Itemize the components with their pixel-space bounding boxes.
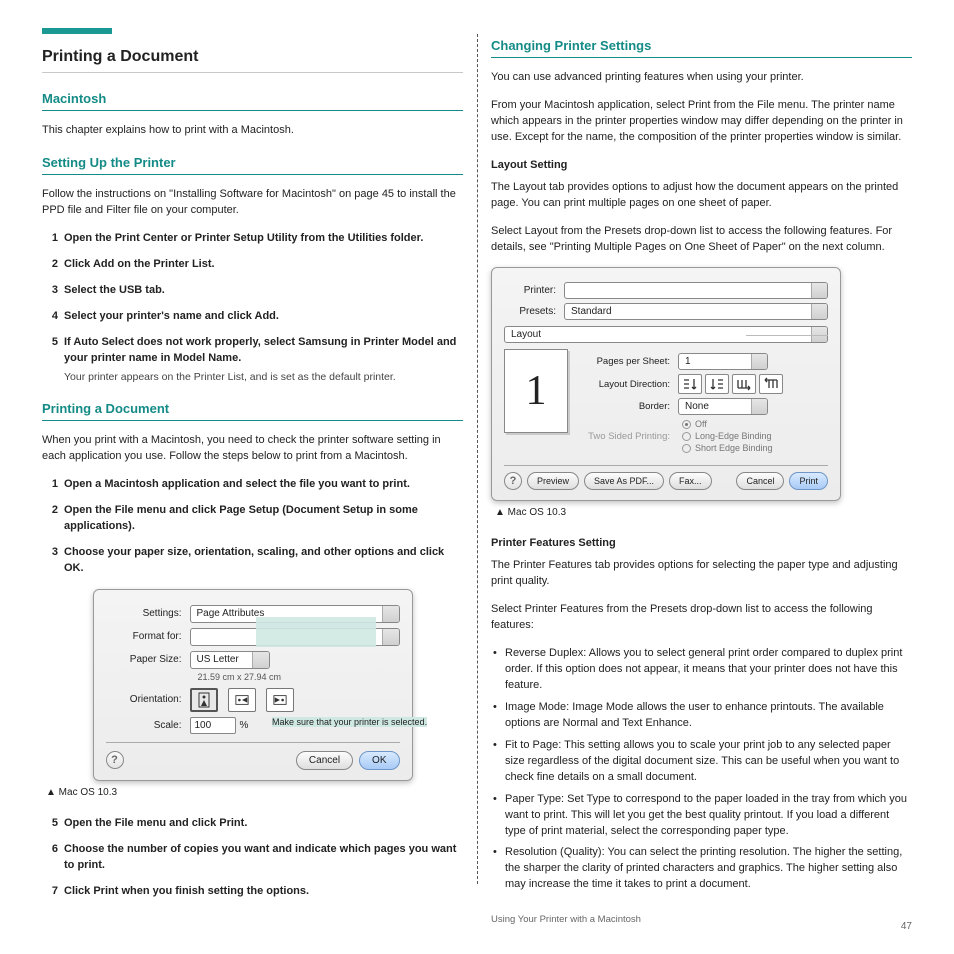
save-as-pdf-button[interactable]: Save As PDF... [584,472,664,490]
orientation-landscape-right-button[interactable] [266,688,294,712]
subheading-setup: Setting Up the Printer [42,155,463,175]
page-setup-dialog: Settings: Page Attributes Format for: Pa… [93,589,413,781]
page-number: 47 [901,921,912,932]
help-button[interactable]: ? [106,751,124,769]
callout-highlight [256,617,376,647]
radio-long-edge: Long-Edge Binding [682,431,773,441]
setup-steps-list: Open the Print Center or Printer Setup U… [42,231,463,385]
paper-dimensions: 21.59 cm x 27.94 cm [198,672,400,682]
scale-input[interactable]: 100 [190,717,236,734]
changing-intro: You can use advanced printing features w… [491,70,912,86]
pages-per-sheet-select[interactable]: 1 [678,353,768,370]
section-title: Printing a Document [42,48,463,73]
page-setup-caption: ▲ Mac OS 10.3 [46,787,463,798]
intro-text: This chapter explains how to print with … [42,123,463,139]
section-accent-bar [42,28,112,34]
layout-setting-text2: Select Layout from the Presets drop-down… [491,224,912,256]
callout-text: Make sure that your printer is selected. [272,717,427,727]
column-divider [477,34,478,884]
border-select[interactable]: None [678,398,768,415]
layout-direction-3[interactable] [732,374,756,394]
feature-bullets: Reverse Duplex: Allows you to select gen… [491,646,912,893]
printer-features-text: The Printer Features tab provides option… [491,558,912,590]
layout-direction-1[interactable] [678,374,702,394]
doc-steps-list: Open a Macintosh application and select … [42,477,463,577]
printer-features-text2: Select Printer Features from the Presets… [491,602,912,634]
printer-features-heading: Printer Features Setting [491,536,912,552]
layout-preview: 1 [504,349,568,433]
setup-text: Follow the instructions on "Installing S… [42,187,463,219]
layout-direction-4[interactable] [759,374,783,394]
subheading-printing: Printing a Document [42,401,463,421]
subheading-changing-settings: Changing Printer Settings [491,38,912,58]
print-dialog-caption: ▲ Mac OS 10.3 [495,507,912,518]
printer-select[interactable] [564,282,828,299]
layout-setting-heading: Layout Setting [491,158,912,174]
printing-text: When you print with a Macintosh, you nee… [42,433,463,465]
ok-button[interactable]: OK [359,751,399,770]
radio-off: Off [682,419,773,429]
print-button[interactable]: Print [789,472,828,490]
panel-select[interactable]: Layout [504,326,828,343]
fax-button[interactable]: Fax... [669,472,712,490]
help-button[interactable]: ? [504,472,522,490]
orientation-portrait-button[interactable] [190,688,218,712]
print-dialog: Printer: Presets: Standard Layout [491,267,841,501]
radio-short-edge: Short Edge Binding [682,443,773,453]
layout-direction-2[interactable] [705,374,729,394]
cancel-button[interactable]: Cancel [296,751,353,770]
paper-size-select[interactable]: US Letter [190,651,270,669]
preview-button[interactable]: Preview [527,472,579,490]
subheading-macintosh: Macintosh [42,91,463,111]
presets-select[interactable]: Standard [564,303,828,320]
footer-text: Using Your Printer with a Macintosh [491,913,912,927]
orientation-landscape-left-button[interactable] [228,688,256,712]
changing-text: From your Macintosh application, select … [491,98,912,146]
layout-setting-text: The Layout tab provides options to adjus… [491,180,912,212]
cancel-button[interactable]: Cancel [736,472,784,490]
followup-steps-list: Open the File menu and click Print. Choo… [42,816,463,900]
